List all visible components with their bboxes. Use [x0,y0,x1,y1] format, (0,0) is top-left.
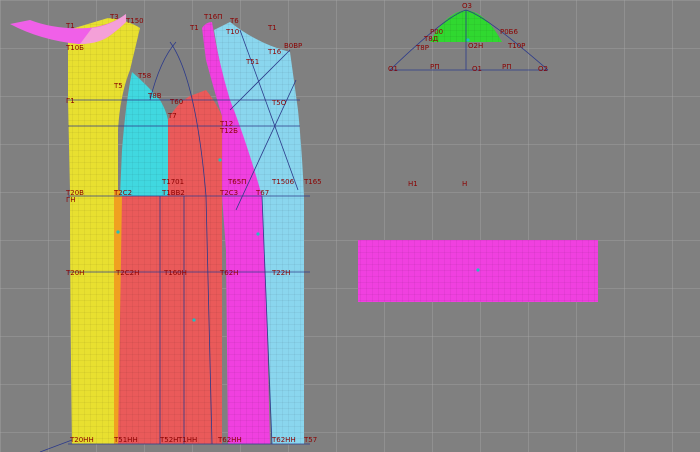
label-t60: Т60 [170,98,184,106]
label-t8p: Т8Р [416,44,429,52]
label-t2c2n: Т2С2Н [116,269,140,277]
label-t62h: Т62Н [220,269,239,277]
label-gh: ГН [66,196,76,204]
label-pn2: РП [502,63,512,71]
label-t16p: Т16П [204,13,223,21]
label-o1: О1 [388,65,398,73]
label-t58: Т58 [138,72,152,80]
label-t5o: Т5О [272,99,287,107]
label-t1506: Т1506 [272,178,295,186]
label-g1: Г1 [66,97,75,105]
label-o2h: О2Н [468,42,484,50]
label-p0b6: Р0Б6 [500,28,518,36]
label-t1701: Т1701 [162,178,185,186]
label-t10p: Т10Р [508,42,526,50]
label-t10l: Т10Б [66,44,84,52]
label-t160h: Т160Н [164,269,187,277]
label-t12b: Т12Б [220,127,238,135]
label-t10: Т10 [226,28,240,36]
label-t6: Т6 [230,17,239,25]
label-t20hh: Т20НН [70,436,94,444]
label-t2c3: Т2С3 [220,189,239,197]
label-o1b: О1 [472,65,482,73]
label-t150: Т150 [126,17,144,25]
label-t65p: Т65П [228,178,247,186]
label-t62hh-2: Т62НН [272,436,296,444]
label-h1: Н1 [408,180,418,188]
label-t8b: Т8В [148,92,162,100]
label-t1b: Т1 [190,24,199,32]
label-t22h: Т22Н [272,269,291,277]
label-pn1: РП [430,63,440,71]
pattern-canvas[interactable]: Т1 Т3 Т150 Т10Б Т16П Т6 Т1 Т1 Т10 В0ВР Т… [0,0,700,452]
label-t1: Т1 [66,22,75,30]
label-t1c: Т1 [268,24,277,32]
label-t62hh: Т62НН [218,436,242,444]
label-t51: Т51 [246,58,260,66]
pattern-drawing[interactable] [0,0,700,452]
label-t52n: Т52Н [160,436,179,444]
label-t2c2: Т2С2 [114,189,133,197]
label-n: Н [462,180,468,188]
label-t67: Т67 [256,189,270,197]
label-t20n: Т20Н [66,269,85,277]
label-t57: Т57 [304,436,318,444]
label-t7: Т7 [168,112,177,120]
label-t16: Т16 [268,48,282,56]
label-t5: Т5 [114,82,123,90]
label-t165: Т165 [304,178,322,186]
label-o3: О3 [462,2,472,10]
label-t1bb2: Т1ВВ2 [162,189,185,197]
label-t51hh: Т51НН [114,436,138,444]
label-b0bp: В0ВР [284,42,303,50]
label-t8d: Т8Д [424,35,439,43]
label-t3: Т3 [110,13,119,21]
label-o2: О2 [538,65,548,73]
label-t1hh: Т1НН [178,436,198,444]
